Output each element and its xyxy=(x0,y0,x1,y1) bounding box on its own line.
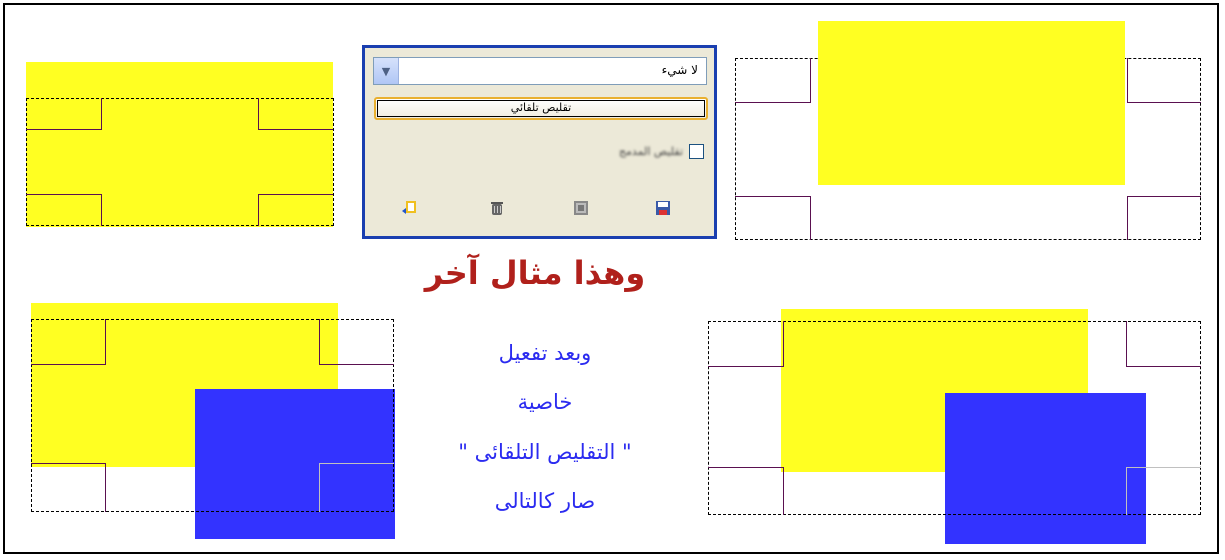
description-line-1: وبعد تفعيل xyxy=(498,341,592,365)
shrink-merged-option[interactable]: تقليص المدمج xyxy=(619,144,704,159)
save-icon[interactable] xyxy=(655,200,671,216)
yellow-layer xyxy=(818,21,1125,185)
tool-options-panel: ▼ لا شيء تقليص تلقائي تقليص المدمج xyxy=(362,45,717,239)
reset-icon[interactable] xyxy=(401,200,417,216)
panel-toolbar xyxy=(365,200,714,222)
auto-shrink-button[interactable]: تقليص تلقائي xyxy=(374,97,708,120)
description-line-3: " التقليص التلقائى " xyxy=(458,440,632,464)
restore-icon[interactable] xyxy=(573,200,589,216)
combo-value: لا شيء xyxy=(661,63,698,77)
selection-boundary xyxy=(31,319,394,512)
shrink-merged-checkbox[interactable] xyxy=(689,144,704,159)
chevron-down-icon[interactable]: ▼ xyxy=(374,58,399,84)
selection-boundary xyxy=(708,321,1201,515)
layer-combo[interactable]: ▼ لا شيء xyxy=(373,57,707,85)
shrink-merged-label: تقليص المدمج xyxy=(618,145,683,158)
description-line-2: خاصية xyxy=(517,390,573,414)
delete-icon[interactable] xyxy=(489,200,505,216)
example-title: وهذا مثال آخر xyxy=(424,254,646,292)
description-line-4: صار كالتالى xyxy=(494,489,596,513)
selection-boundary xyxy=(26,98,334,226)
